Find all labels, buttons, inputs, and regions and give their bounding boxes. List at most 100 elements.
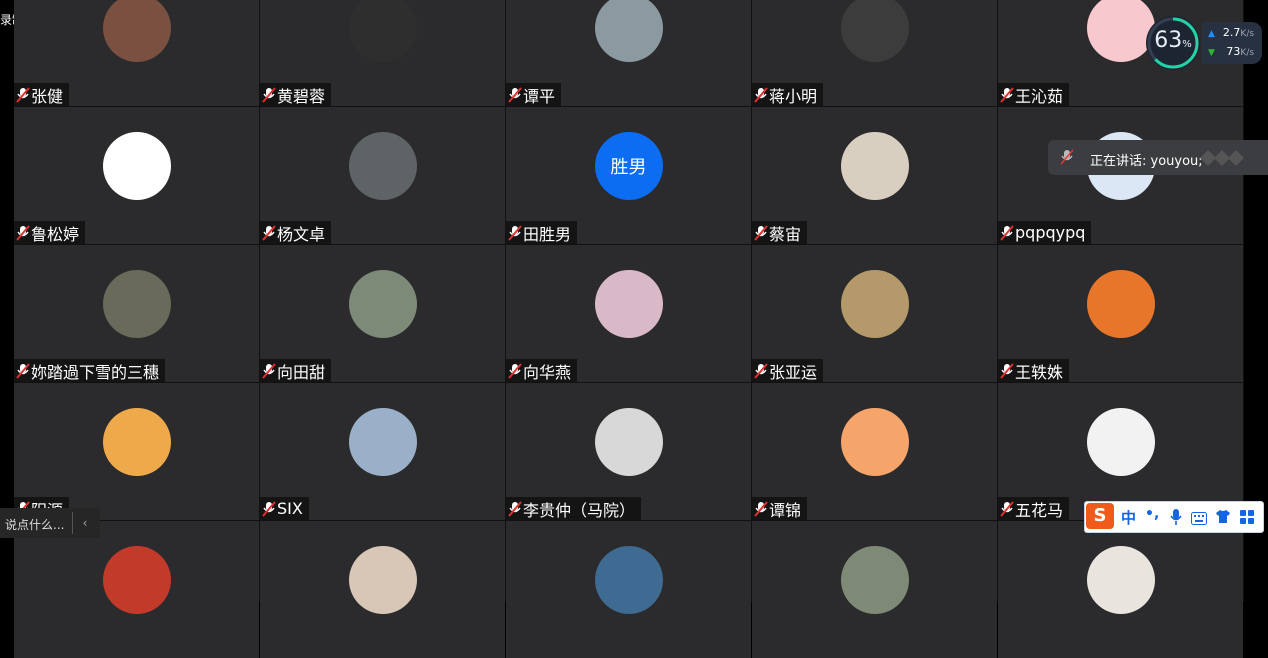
participant-grid: 张健 黄碧蓉 谭平 蒋小明 王沁茹 鲁松婷 杨文卓 胜男 田胜男 蔡宙 pqpqypq 妳踏過下雪的三…: [14, 0, 1244, 658]
participant-nameplate: 蒋小明: [752, 83, 824, 106]
participant-tile[interactable]: 杨文卓: [260, 107, 505, 244]
participant-nameplate: 张亚运: [752, 359, 824, 382]
mic-off-icon: [1060, 149, 1074, 169]
participant-tile[interactable]: 谭锦: [752, 383, 997, 520]
participant-avatar: [348, 270, 417, 338]
participant-tile[interactable]: 张健: [14, 0, 259, 106]
participant-nameplate: 李贵仲（马院）: [506, 497, 642, 520]
mic-muted-icon: [262, 224, 276, 241]
network-gauge: 63%: [1146, 16, 1200, 70]
participant-avatar: [348, 0, 417, 62]
participant-nameplate: 田胜男: [506, 221, 578, 244]
chat-input-bar[interactable]: 说点什么... ‹: [0, 508, 100, 538]
participant-avatar: 胜男: [594, 132, 663, 200]
participant-avatar: [840, 546, 909, 614]
mic-muted-icon: [262, 86, 276, 103]
participant-tile[interactable]: 胜男田胜男: [506, 107, 751, 244]
participant-avatar: [102, 408, 171, 476]
ime-voice-icon[interactable]: [1169, 508, 1183, 530]
participant-tile[interactable]: 张亚运: [752, 245, 997, 382]
participant-nameplate: 杨文卓: [260, 221, 332, 244]
participant-tile[interactable]: 阳源: [14, 383, 259, 520]
upload-arrow-icon: ▲: [1208, 29, 1215, 39]
participant-name: 谭锦: [769, 500, 802, 520]
participant-nameplate: 鲁松婷: [14, 221, 86, 244]
participant-tile[interactable]: 鲁松婷: [14, 107, 259, 244]
participant-avatar: [594, 408, 663, 476]
mic-muted-icon: [262, 362, 276, 379]
participant-nameplate: 黄碧蓉: [260, 83, 332, 106]
participant-name: 向华燕: [523, 362, 572, 382]
download-arrow-icon: ▼: [1208, 48, 1215, 58]
participant-nameplate: 向田甜: [260, 359, 332, 382]
ime-mode-indicator[interactable]: 中: [1121, 507, 1136, 528]
participant-tile[interactable]: 黄碧蓉: [260, 0, 505, 106]
participant-tile[interactable]: 向华燕: [506, 245, 751, 382]
participant-avatar: [348, 132, 417, 200]
participant-tile[interactable]: [14, 521, 259, 658]
participant-tile[interactable]: 蔡宙: [752, 107, 997, 244]
mic-muted-icon: [754, 500, 768, 517]
participant-nameplate: SIX: [260, 497, 309, 520]
mic-muted-icon: [754, 224, 768, 241]
participant-avatar: [348, 546, 417, 614]
participant-tile[interactable]: 五花马: [998, 383, 1243, 520]
participant-avatar: [840, 408, 909, 476]
participant-tile[interactable]: [752, 521, 997, 658]
participant-tile[interactable]: 谭平: [506, 0, 751, 106]
ime-punctuation-icon[interactable]: •,: [1145, 506, 1159, 522]
participant-nameplate: 向华燕: [506, 359, 578, 382]
download-speed: ▼ 73K/s: [1208, 45, 1255, 58]
participant-avatar: [102, 132, 171, 200]
network-monitor[interactable]: 63% ▲ 2.7K/s ▼ 73K/s: [1146, 16, 1262, 70]
participant-name: 向田甜: [277, 362, 326, 382]
participant-nameplate: 王沁茹: [998, 83, 1070, 106]
ime-skin-shirt-icon[interactable]: [1215, 509, 1231, 528]
mic-muted-icon: [754, 362, 768, 379]
participant-tile[interactable]: 蒋小明: [752, 0, 997, 106]
participant-avatar: [102, 546, 171, 614]
participant-name: 鲁松婷: [31, 224, 80, 244]
participant-name: 田胜男: [523, 224, 572, 244]
network-speed-panel: ▲ 2.7K/s ▼ 73K/s: [1202, 22, 1262, 64]
participant-nameplate: 谭平: [506, 83, 562, 106]
participant-avatar: [348, 408, 417, 476]
collapse-chevron-icon[interactable]: ‹: [72, 512, 97, 534]
participant-name: 谭平: [523, 86, 556, 106]
participant-avatar: [594, 0, 663, 62]
participant-tile[interactable]: [506, 521, 751, 658]
speaking-indicator: 正在讲话: youyou;: [1048, 140, 1268, 175]
ime-keyboard-icon[interactable]: [1191, 510, 1207, 529]
participant-avatar: [1086, 408, 1155, 476]
participant-tile[interactable]: 向田甜: [260, 245, 505, 382]
participant-tile[interactable]: 妳踏過下雪的三穗: [14, 245, 259, 382]
network-percent: 63%: [1154, 28, 1192, 53]
participant-name: 杨文卓: [277, 224, 326, 244]
chat-placeholder: 说点什么...: [5, 518, 65, 532]
mic-muted-icon: [1000, 224, 1014, 241]
participant-tile[interactable]: [998, 521, 1243, 658]
participant-tile[interactable]: 李贵仲（马院）: [506, 383, 751, 520]
participant-avatar: [102, 0, 171, 62]
audio-wave-icon: [1198, 148, 1246, 172]
participant-name: 妳踏過下雪的三穗: [31, 362, 160, 382]
mic-muted-icon: [262, 500, 276, 517]
ime-toolbar[interactable]: S 中 •,: [1084, 501, 1264, 533]
participant-tile[interactable]: [260, 521, 505, 658]
participant-name: 五花马: [1015, 500, 1064, 520]
upload-speed: ▲ 2.7K/s: [1208, 26, 1255, 39]
participant-name: 李贵仲（马院）: [523, 500, 636, 520]
participant-name: 张亚运: [769, 362, 818, 382]
participant-tile[interactable]: SIX: [260, 383, 505, 520]
mic-muted-icon: [16, 86, 30, 103]
mic-muted-icon: [508, 224, 522, 241]
participant-nameplate: 谭锦: [752, 497, 808, 520]
participant-tile[interactable]: 王轶姝: [998, 245, 1243, 382]
participant-tile[interactable]: pqpqypq: [998, 107, 1243, 244]
ime-toolbox-grid-icon[interactable]: [1239, 509, 1255, 529]
mic-muted-icon: [1000, 500, 1014, 517]
participant-avatar: [840, 270, 909, 338]
participant-name: 黄碧蓉: [277, 86, 326, 106]
sogou-logo-icon[interactable]: S: [1086, 503, 1114, 529]
mic-muted-icon: [16, 362, 30, 379]
